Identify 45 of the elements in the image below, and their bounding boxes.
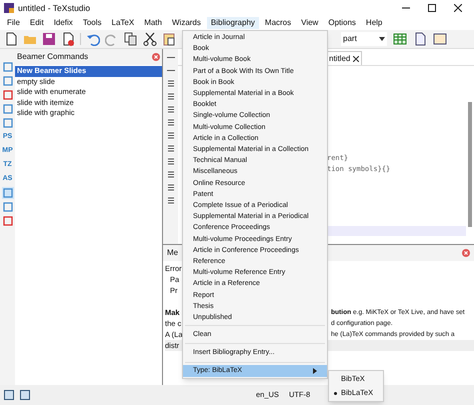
window-title: untitled - TeXstudio bbox=[18, 2, 90, 14]
menu-item[interactable]: File bbox=[3, 17, 24, 29]
side-tab-icon[interactable] bbox=[2, 61, 14, 73]
menu-item[interactable]: Bibliography bbox=[206, 17, 259, 29]
side-tab-icon[interactable] bbox=[2, 75, 14, 87]
structure-combo[interactable]: part bbox=[341, 32, 387, 46]
side-tab-icon[interactable] bbox=[2, 103, 14, 115]
side-tab-icon[interactable] bbox=[2, 201, 14, 213]
submenu-arrow-icon bbox=[313, 368, 317, 374]
align-right-icon[interactable] bbox=[166, 144, 174, 153]
text-frame-icon[interactable] bbox=[433, 32, 447, 46]
side-tab-icon[interactable] bbox=[2, 89, 14, 101]
menu-item[interactable]: Help bbox=[362, 17, 386, 29]
maximize-icon[interactable] bbox=[428, 4, 436, 12]
app-logo-icon bbox=[4, 3, 14, 13]
table-icon[interactable] bbox=[393, 32, 407, 46]
close-file-icon[interactable] bbox=[61, 32, 75, 46]
menu-item[interactable]: Tools bbox=[78, 17, 106, 29]
paste-icon[interactable] bbox=[162, 32, 176, 46]
menu-item[interactable]: Math bbox=[140, 17, 166, 29]
save-icon[interactable] bbox=[42, 32, 56, 46]
side-tab-icon[interactable] bbox=[2, 187, 14, 199]
menu-item[interactable]: Macros bbox=[260, 17, 296, 29]
caret-icon bbox=[379, 37, 385, 41]
menu-item[interactable]: Edit bbox=[26, 17, 48, 29]
close-icon[interactable] bbox=[353, 56, 360, 62]
menu-item[interactable]: View bbox=[297, 17, 322, 29]
side-tab-icon[interactable] bbox=[2, 215, 14, 227]
side-tab-icon[interactable] bbox=[2, 117, 14, 129]
align-center-icon[interactable] bbox=[166, 131, 174, 140]
menu-item[interactable]: LaTeX bbox=[108, 17, 138, 29]
scrollbar-thumb[interactable] bbox=[468, 102, 472, 227]
document-icon[interactable] bbox=[413, 32, 427, 46]
undo-icon[interactable] bbox=[86, 32, 100, 46]
menu-item[interactable]: Wizards bbox=[168, 17, 205, 29]
messages-tab[interactable]: Me bbox=[167, 247, 178, 259]
cut-icon[interactable] bbox=[143, 32, 157, 46]
panel-title: Beamer Commands bbox=[17, 51, 88, 63]
editor-tab[interactable]: ntitled bbox=[326, 51, 362, 65]
copy-icon[interactable] bbox=[124, 32, 138, 46]
new-file-icon[interactable] bbox=[4, 32, 18, 46]
close-icon[interactable] bbox=[454, 4, 462, 12]
menu-item[interactable]: Options bbox=[324, 17, 360, 29]
menu-item[interactable]: Idefix bbox=[50, 17, 77, 29]
align-left-icon[interactable] bbox=[166, 118, 174, 127]
